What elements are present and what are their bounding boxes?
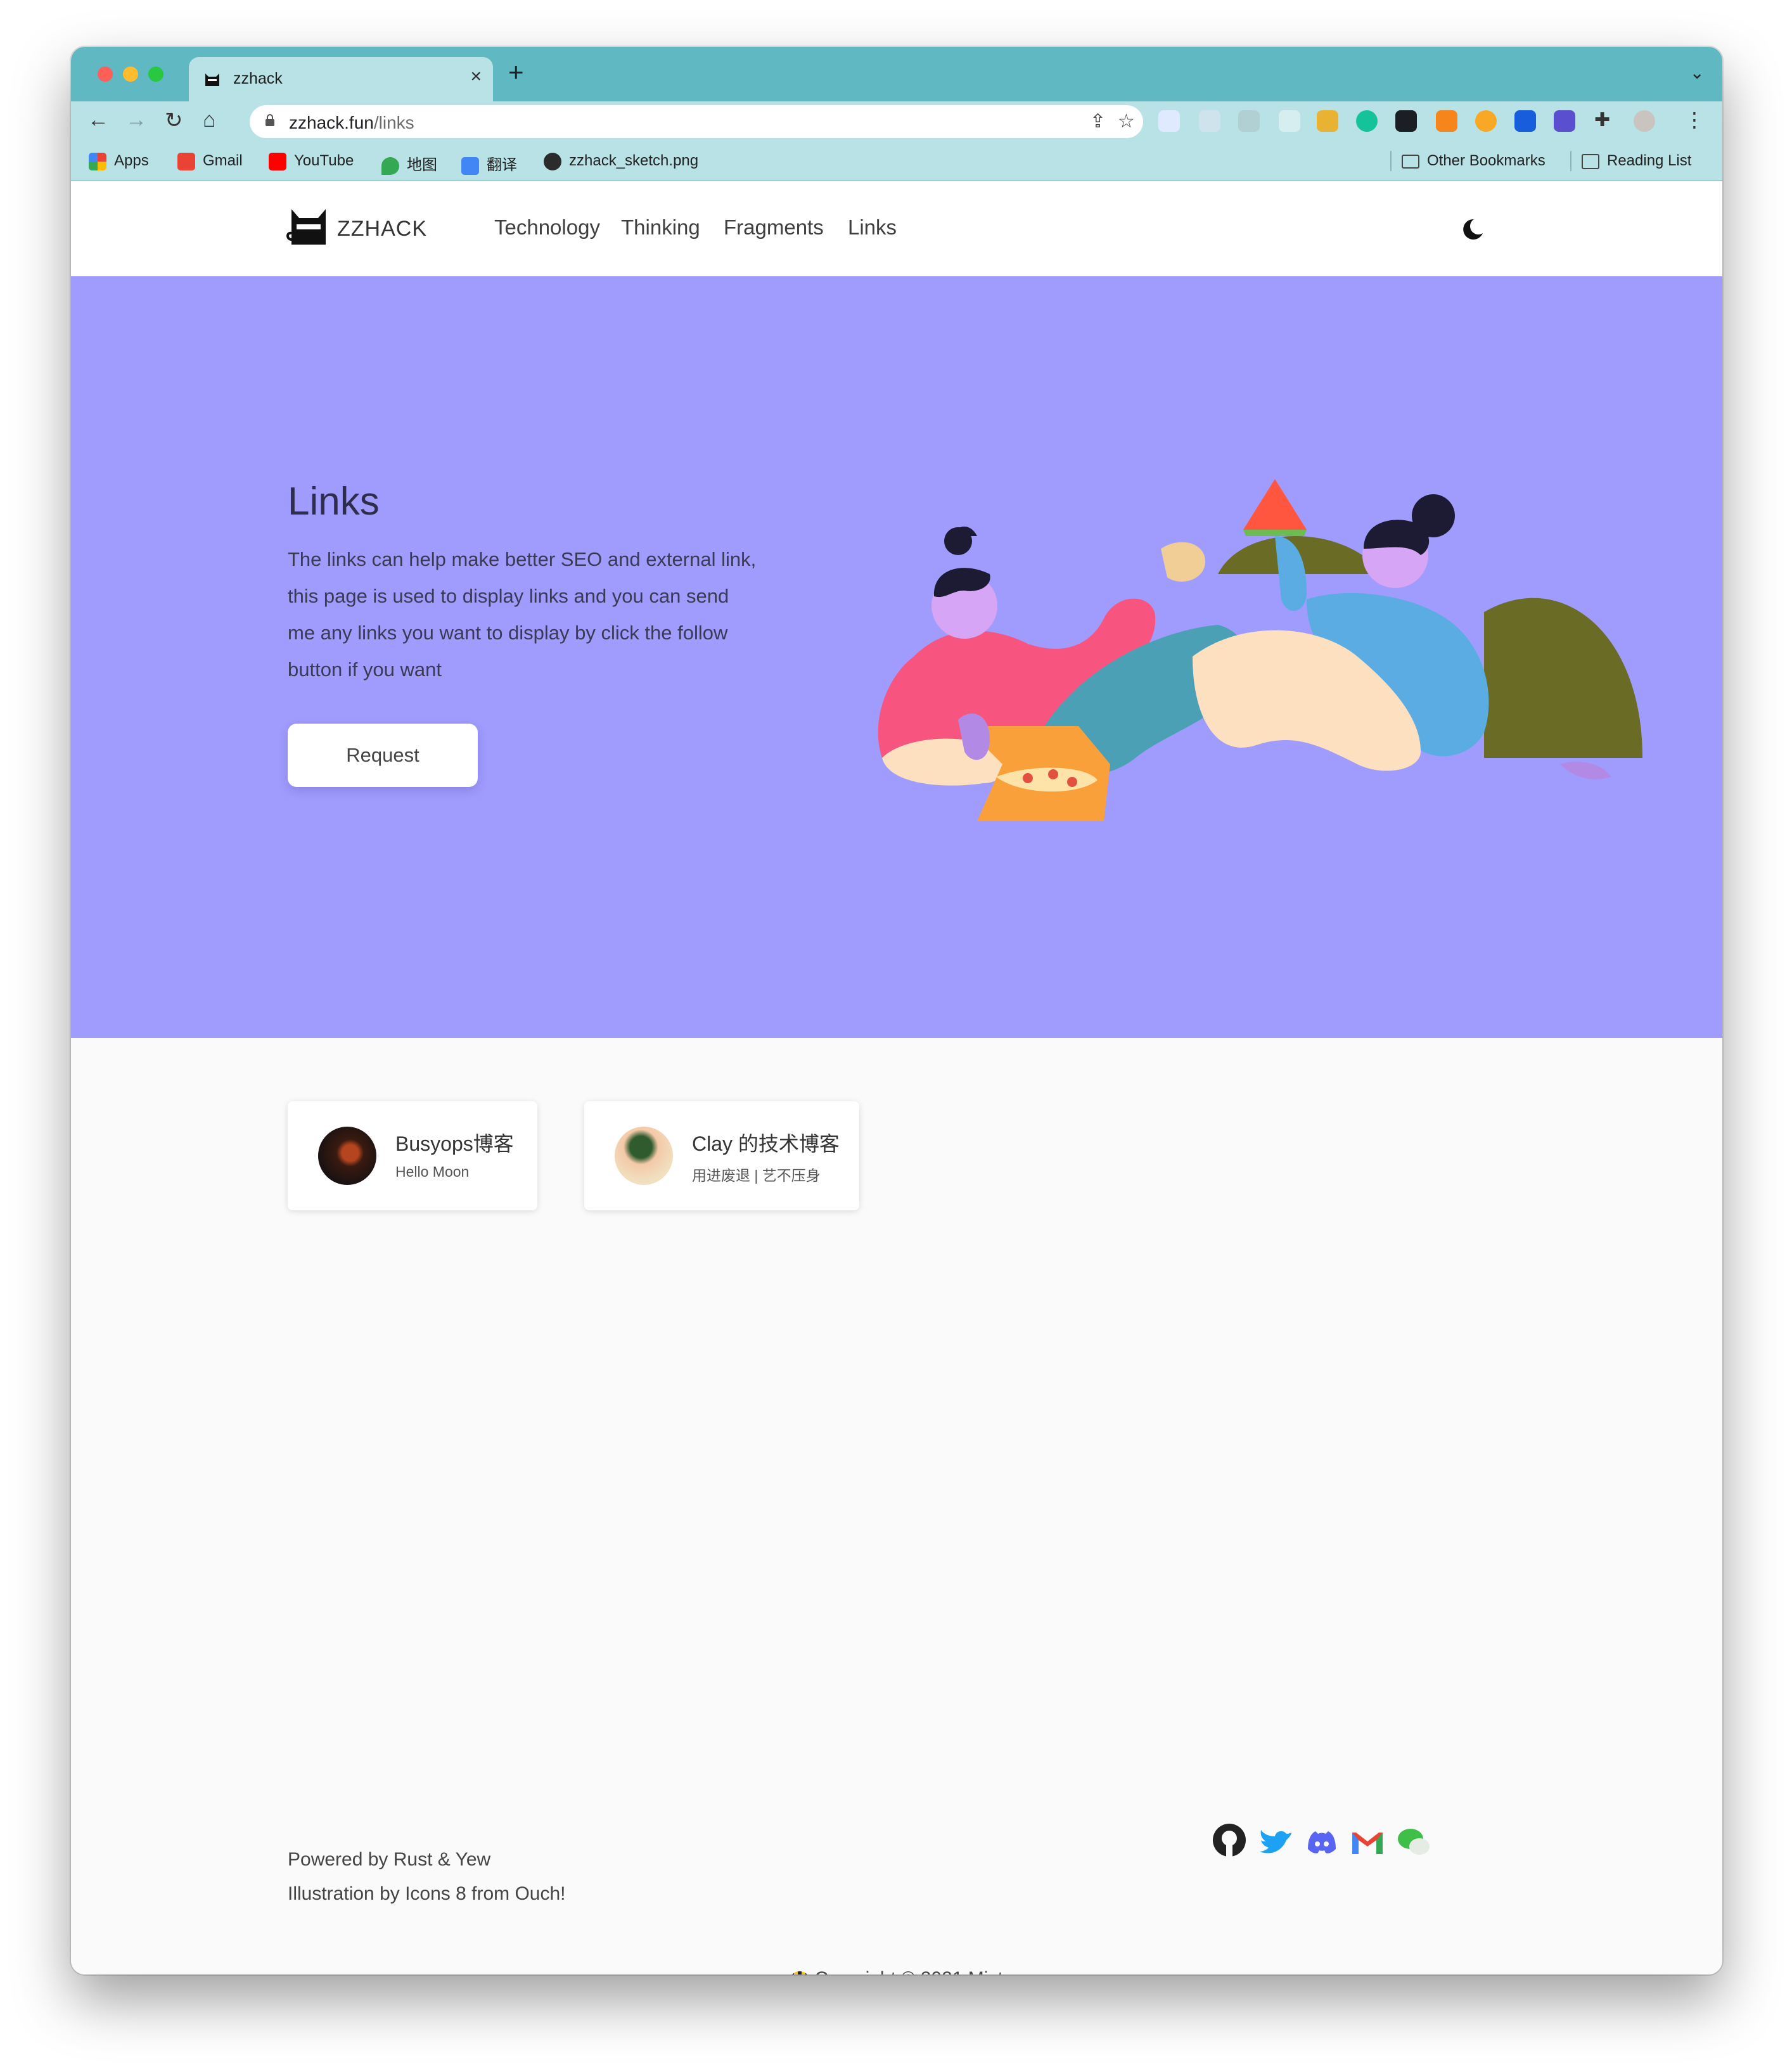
avatar — [318, 1127, 376, 1185]
browser-window: zzhack × + ⌄ ← → ↻ ⌂ zzhack.fun/links ⇪ … — [71, 47, 1722, 1974]
link-card-subtitle: Hello Moon — [395, 1163, 470, 1180]
bookmarks-divider — [1390, 151, 1392, 171]
nav-fragments[interactable]: Fragments — [724, 215, 824, 240]
wechat-icon[interactable] — [1395, 1824, 1433, 1862]
share-icon[interactable]: ⇪ — [1090, 110, 1106, 132]
copyright-text: Copyright © 2021 Mist — [71, 1968, 1722, 1974]
powered-by-text: Powered by Rust & Yew — [288, 1849, 491, 1870]
site-brand[interactable]: ZZHACK — [337, 217, 427, 241]
tab-zzhack[interactable]: zzhack × — [189, 57, 493, 101]
gmail-icon[interactable] — [1348, 1824, 1386, 1862]
page-title: Links — [288, 480, 380, 523]
home-icon[interactable]: ⌂ — [203, 108, 216, 132]
bookmark-gmail[interactable]: Gmail — [177, 152, 243, 170]
metamask-icon[interactable] — [1436, 110, 1457, 132]
react-devtools-icon[interactable] — [1199, 110, 1220, 132]
gmail-icon — [177, 152, 195, 170]
cursor-ext-icon[interactable] — [1554, 110, 1575, 132]
request-button[interactable]: Request — [288, 724, 478, 787]
bookmark-youtube[interactable]: YouTube — [269, 152, 354, 170]
browser-menu-icon[interactable]: ⋮ — [1684, 108, 1705, 132]
forward-arrow-icon[interactable]: → — [125, 108, 147, 132]
profile-avatar[interactable] — [1634, 110, 1655, 132]
bookmark-zzhack-sketch[interactable]: zzhack_sketch.png — [544, 152, 698, 170]
nav-technology[interactable]: Technology — [494, 215, 600, 240]
new-tab-button[interactable]: + — [508, 57, 524, 87]
minimize-window-button[interactable] — [123, 67, 138, 82]
bookmark-translate[interactable]: 翻译 — [461, 152, 517, 175]
reload-icon[interactable]: ↻ — [165, 108, 183, 133]
bookmark-maps[interactable]: 地图 — [381, 152, 437, 175]
nav-links[interactable]: Links — [848, 215, 897, 240]
reading-list-icon — [1582, 153, 1599, 169]
close-window-button[interactable] — [98, 67, 113, 82]
link-card-busyops[interactable]: Busyops博客 Hello Moon — [288, 1101, 537, 1210]
github-icon[interactable] — [1210, 1821, 1248, 1859]
twitter-icon[interactable] — [1256, 1824, 1294, 1862]
apps-grid-icon — [89, 152, 106, 170]
address-bar[interactable]: zzhack.fun/links ⇪ ☆ — [250, 105, 1143, 138]
dark-mode-moon-icon[interactable] — [1460, 217, 1485, 242]
close-tab-icon[interactable]: × — [470, 66, 482, 87]
illustration-credit: Illustration by Icons 8 from Ouch! — [288, 1883, 566, 1904]
url-text: zzhack.fun/links — [289, 113, 414, 132]
bookmarks-divider — [1570, 151, 1571, 171]
discord-icon[interactable] — [1303, 1824, 1341, 1862]
translate-icon — [461, 157, 479, 175]
tab-search-chevron-icon[interactable]: ⌄ — [1690, 62, 1705, 83]
folder-icon — [1402, 154, 1419, 169]
github-ext-icon[interactable] — [1395, 110, 1417, 132]
reading-list[interactable]: Reading List — [1582, 152, 1691, 170]
page-content: ZZHACK Technology Thinking Fragments Lin… — [71, 181, 1722, 1974]
lock-icon — [266, 114, 274, 126]
vue-devtools-icon[interactable] — [1238, 110, 1260, 132]
bee-icon — [790, 1971, 810, 1974]
grammarly-icon[interactable] — [1356, 110, 1378, 132]
hero-section: Links The links can help make better SEO… — [71, 276, 1722, 1038]
youtube-icon — [269, 152, 286, 170]
globe-icon — [544, 152, 561, 170]
bitwarden-icon[interactable] — [1514, 110, 1536, 132]
maps-pin-icon — [381, 157, 399, 175]
maximize-window-button[interactable] — [148, 67, 163, 82]
link-card-subtitle: 用进废退 | 艺不压身 — [692, 1167, 821, 1184]
link-card-clay[interactable]: Clay 的技术博客 用进废退 | 艺不压身 — [584, 1101, 859, 1210]
g-ext-icon[interactable] — [1475, 110, 1497, 132]
back-arrow-icon[interactable]: ← — [87, 108, 109, 132]
link-card-title: Busyops博客 — [395, 1132, 514, 1155]
tab-bar: zzhack × + ⌄ — [71, 47, 1722, 101]
nav-thinking[interactable]: Thinking — [621, 215, 700, 240]
cat-favicon-icon — [205, 74, 219, 86]
tab-title: zzhack — [233, 70, 283, 87]
color-ext-icon[interactable] — [1317, 110, 1338, 132]
avatar — [615, 1127, 673, 1185]
other-bookmarks[interactable]: Other Bookmarks — [1402, 152, 1546, 170]
bookmark-ext-icon[interactable] — [1279, 110, 1300, 132]
site-header: ZZHACK Technology Thinking Fragments Lin… — [71, 181, 1722, 276]
browser-toolbar: ← → ↻ ⌂ zzhack.fun/links ⇪ ☆ ✚ ⋮ — [71, 101, 1722, 142]
picnic-illustration — [878, 479, 1642, 821]
hero-description: The links can help make better SEO and e… — [288, 548, 757, 681]
bookmark-star-icon[interactable]: ☆ — [1118, 110, 1135, 132]
cat-logo-icon[interactable] — [286, 204, 331, 246]
link-card-title: Clay 的技术博客 — [692, 1132, 840, 1155]
bookmarks-bar: Apps Gmail YouTube 地图 翻译 zzhack_sketch.p… — [71, 142, 1722, 181]
bookmark-apps[interactable]: Apps — [89, 152, 149, 170]
extension-a-icon[interactable] — [1158, 110, 1180, 132]
extensions-puzzle-icon[interactable]: ✚ — [1594, 109, 1610, 131]
